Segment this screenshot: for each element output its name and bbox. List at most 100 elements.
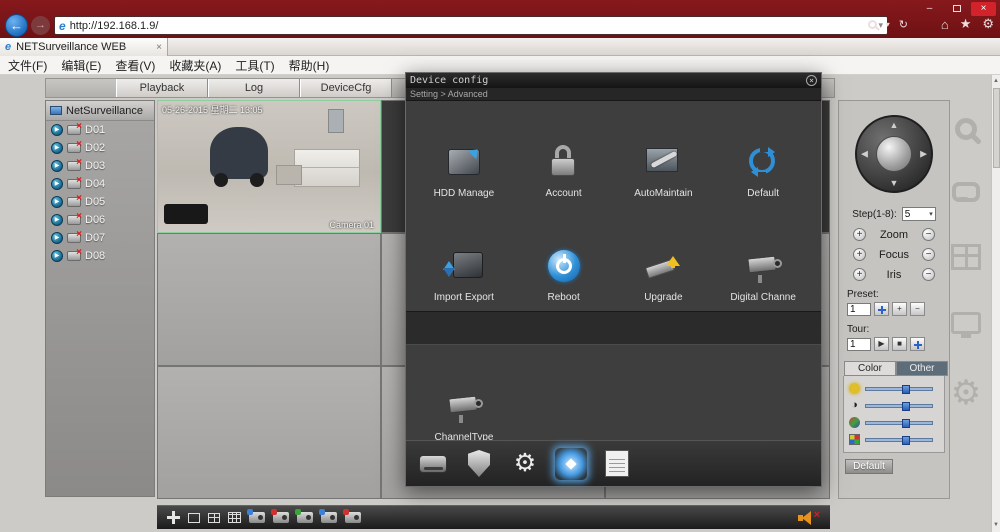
address-bar[interactable]: e http://192.168.1.9/ ▾: [54, 16, 888, 35]
snapshot-icon[interactable]: [247, 509, 265, 523]
tour-input[interactable]: [847, 337, 871, 351]
channel-row[interactable]: ▶ D05: [46, 193, 154, 211]
iris-plus-button[interactable]: +: [853, 268, 866, 281]
scroll-up-icon[interactable]: ▲: [992, 75, 1000, 88]
config-item-account[interactable]: Account: [514, 101, 614, 205]
page-scrollbar[interactable]: ▲ ▼: [991, 75, 1000, 532]
quad-view-icon[interactable]: [208, 512, 220, 523]
preset-goto-button[interactable]: [874, 302, 889, 316]
video-cell-7[interactable]: [157, 366, 381, 499]
stream-state-icon[interactable]: ▶: [51, 178, 63, 190]
stream-state-icon[interactable]: ▶: [51, 250, 63, 262]
channel-row[interactable]: ▶ D06: [46, 211, 154, 229]
ptz-left-icon[interactable]: ◀: [861, 149, 868, 160]
config-item-channeltype[interactable]: ChannelType: [414, 345, 514, 449]
preset-del-button[interactable]: −: [910, 302, 925, 316]
back-button[interactable]: ←: [5, 14, 28, 37]
focus-plus-button[interactable]: +: [853, 248, 866, 261]
step-select[interactable]: 5 ▾: [901, 207, 936, 221]
scrollbar-thumb[interactable]: [993, 88, 1000, 168]
config-item-upgrade[interactable]: Upgrade: [614, 205, 714, 309]
tab-close-icon[interactable]: ×: [156, 42, 162, 53]
tour-stop-button[interactable]: ■: [892, 337, 907, 351]
zoom-minus-button[interactable]: −: [922, 228, 935, 241]
multi-screen-icon[interactable]: [951, 244, 981, 270]
stream-state-icon[interactable]: ▶: [51, 232, 63, 244]
video-cell-4[interactable]: [157, 233, 381, 366]
contrast-slider[interactable]: [865, 401, 933, 411]
camera-offline-icon[interactable]: [67, 193, 82, 207]
forward-button[interactable]: →: [31, 16, 50, 35]
channel-row[interactable]: ▶ D07: [46, 229, 154, 247]
config-item-import-export[interactable]: Import Export: [414, 205, 514, 309]
ptz-down-icon[interactable]: ▼: [890, 178, 899, 188]
playback-icon[interactable]: [295, 509, 313, 523]
favorites-icon[interactable]: ★: [960, 16, 972, 32]
stream-state-icon[interactable]: ▶: [51, 214, 63, 226]
tab-log[interactable]: Log: [208, 79, 300, 97]
camera-offline-icon[interactable]: [67, 229, 82, 243]
ptz-joystick[interactable]: ▲ ▼ ◀ ▶: [855, 115, 933, 193]
config-item-default[interactable]: Default: [713, 101, 813, 205]
category-info-button[interactable]: [600, 447, 634, 481]
pan-tool-icon[interactable]: [167, 511, 180, 524]
channel-row[interactable]: ▶ D03: [46, 157, 154, 175]
maximize-button[interactable]: [944, 2, 969, 16]
channel-row[interactable]: ▶ D02: [46, 139, 154, 157]
camera-offline-icon[interactable]: [67, 211, 82, 225]
category-storage-button[interactable]: [416, 447, 450, 481]
focus-minus-button[interactable]: −: [922, 248, 935, 261]
hue-slider[interactable]: [865, 435, 933, 445]
camera-offline-icon[interactable]: [67, 157, 82, 171]
tab-color[interactable]: Color: [844, 361, 896, 376]
menu-favorites[interactable]: 收藏夹(A): [169, 57, 221, 74]
single-view-icon[interactable]: [188, 512, 200, 523]
video-cell-1[interactable]: 05-26-2015 星期二 13:05 Camera 01: [157, 100, 381, 233]
digital-zoom-icon[interactable]: [955, 118, 977, 140]
stream-state-icon[interactable]: ▶: [51, 142, 63, 154]
search-icon[interactable]: [867, 20, 877, 29]
camera-offline-icon[interactable]: [67, 247, 82, 261]
tour-start-button[interactable]: ▶: [874, 337, 889, 351]
dialog-titlebar[interactable]: Device config ×: [406, 73, 821, 88]
config-item-digital-channel[interactable]: Digital Channe: [713, 205, 813, 309]
config-gear-icon[interactable]: ⚙: [951, 376, 981, 410]
stream-switch-icon[interactable]: [319, 509, 337, 523]
home-icon[interactable]: ⌂: [941, 17, 949, 32]
close-window-button[interactable]: ×: [971, 2, 996, 16]
ptz-center-knob[interactable]: [876, 136, 912, 172]
config-item-automaintain[interactable]: AutoMaintain: [614, 101, 714, 205]
ptz-up-icon[interactable]: ▲: [890, 120, 899, 130]
local-playback-icon[interactable]: [951, 312, 981, 338]
category-security-button[interactable]: [462, 447, 496, 481]
scroll-down-icon[interactable]: ▼: [992, 519, 1000, 532]
minimize-button[interactable]: –: [917, 2, 942, 16]
intercom-icon[interactable]: [952, 182, 980, 202]
saturation-slider[interactable]: [865, 418, 933, 428]
tab-playback[interactable]: Playback: [116, 79, 208, 97]
ptz-right-icon[interactable]: ▶: [920, 149, 927, 160]
search-dropdown-icon[interactable]: ▾: [886, 20, 890, 29]
menu-file[interactable]: 文件(F): [8, 57, 47, 74]
audio-mute-icon[interactable]: ×: [798, 509, 820, 525]
stream-state-icon[interactable]: ▶: [51, 124, 63, 136]
dialog-close-button[interactable]: ×: [806, 75, 817, 86]
tour-add-button[interactable]: [910, 337, 925, 351]
category-system-button[interactable]: ⚙: [508, 447, 542, 481]
camera-offline-icon[interactable]: [67, 175, 82, 189]
stream-state-icon[interactable]: ▶: [51, 160, 63, 172]
preset-add-button[interactable]: +: [892, 302, 907, 316]
menu-tools[interactable]: 工具(T): [235, 57, 274, 74]
url-text[interactable]: http://192.168.1.9/: [70, 20, 875, 32]
nine-view-icon[interactable]: [228, 512, 241, 523]
settings-gear-icon[interactable]: ⚙: [982, 16, 994, 32]
camera-offline-icon[interactable]: [67, 139, 82, 153]
camera-offline-icon[interactable]: [67, 121, 82, 135]
preset-input[interactable]: [847, 302, 871, 316]
refresh-icon[interactable]: ↻: [899, 18, 908, 31]
record-icon[interactable]: [271, 509, 289, 523]
slider-thumb[interactable]: [902, 418, 911, 428]
menu-help[interactable]: 帮助(H): [289, 57, 330, 74]
iris-minus-button[interactable]: −: [922, 268, 935, 281]
category-advanced-button-active[interactable]: [554, 447, 588, 481]
